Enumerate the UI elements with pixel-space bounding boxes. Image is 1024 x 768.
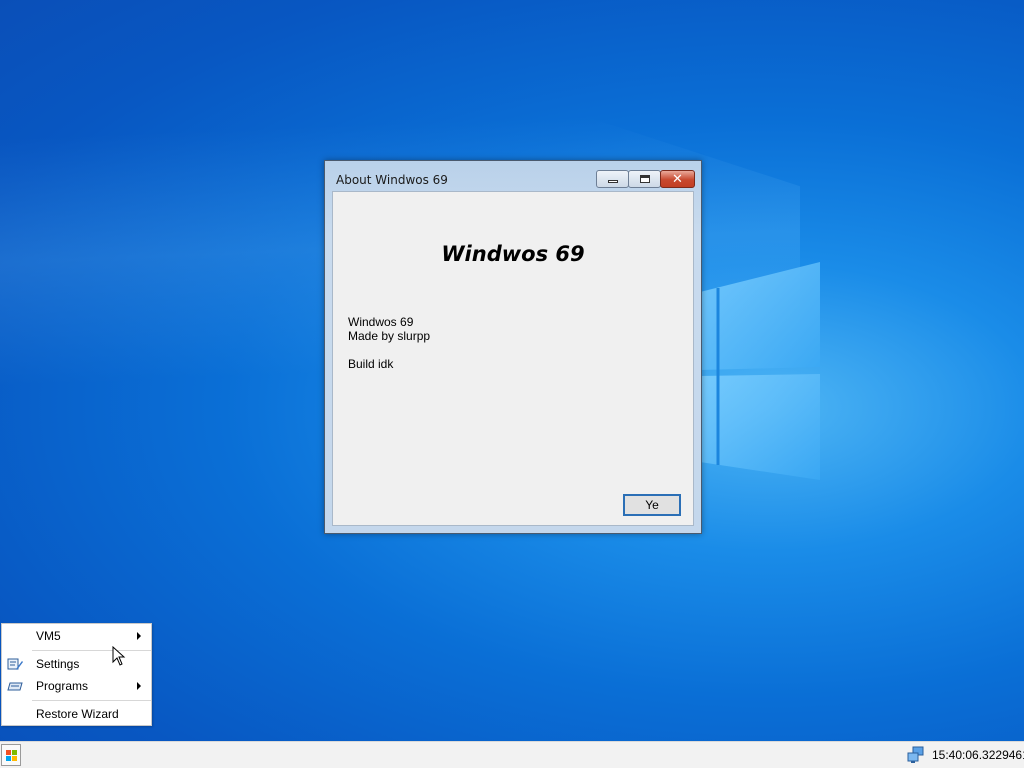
title-bar[interactable]: About Windwos 69 ✕ (325, 161, 701, 191)
taskbar: 15:40:06.3229461 (0, 741, 1024, 768)
info-build: Build idk (348, 357, 394, 371)
ok-button[interactable]: Ye (623, 494, 681, 516)
close-icon: ✕ (672, 171, 683, 187)
network-icon[interactable] (907, 746, 925, 764)
menu-item-label: Settings (36, 657, 80, 671)
mouse-cursor-icon (112, 646, 126, 666)
start-menu: VM5 Settings Programs Restore Wizard (1, 623, 152, 726)
settings-icon (7, 658, 23, 670)
menu-item-label: Restore Wizard (36, 707, 119, 721)
menu-item-label: VM5 (36, 629, 61, 643)
menu-item-settings[interactable]: Settings (2, 653, 151, 675)
menu-separator (32, 650, 151, 651)
programs-icon (7, 682, 23, 691)
submenu-arrow-icon (137, 682, 141, 690)
caption-buttons: ✕ (596, 170, 695, 188)
menu-item-programs[interactable]: Programs (2, 675, 151, 697)
info-author: Made by slurpp (348, 329, 431, 343)
windows-logo-wallpaper (700, 262, 820, 480)
info-product: Windwos 69 (348, 315, 414, 329)
dialog-client-area: Windwos 69 Windwos 69 Made by slurpp Bui… (332, 191, 694, 526)
maximize-icon (639, 175, 650, 183)
about-dialog: About Windwos 69 ✕ Windwos 69 Windwos 69… (324, 160, 702, 534)
about-info: Windwos 69 Made by slurpp Build idk (348, 315, 430, 371)
minimize-button[interactable] (596, 170, 629, 188)
window-title: About Windwos 69 (336, 173, 448, 187)
submenu-arrow-icon (137, 632, 141, 640)
start-logo-icon (6, 750, 11, 755)
menu-item-vm5[interactable]: VM5 (2, 625, 151, 647)
maximize-button[interactable] (628, 170, 661, 188)
minimize-icon (607, 180, 618, 183)
menu-separator (32, 700, 151, 701)
product-name-heading: Windwos 69 (441, 242, 585, 266)
menu-item-label: Programs (36, 679, 89, 693)
menu-item-restore-wizard[interactable]: Restore Wizard (2, 703, 151, 725)
close-button[interactable]: ✕ (660, 170, 695, 188)
taskbar-clock[interactable]: 15:40:06.3229461 (932, 748, 1024, 762)
start-button[interactable] (1, 744, 21, 766)
